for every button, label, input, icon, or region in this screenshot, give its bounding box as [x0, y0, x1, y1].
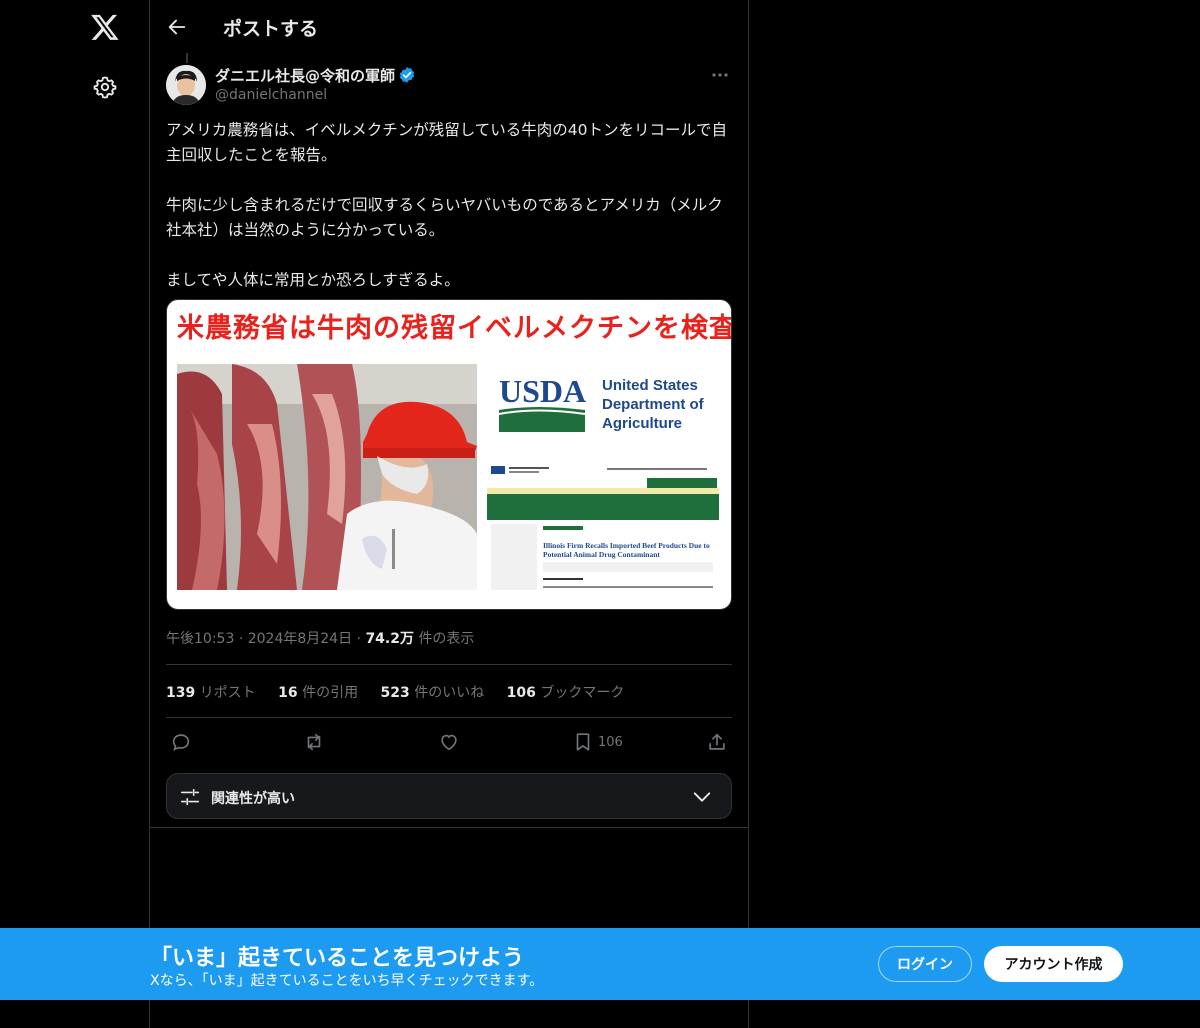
share-button[interactable]: [706, 730, 728, 754]
tweet-paragraph: アメリカ農務省は、イベルメクチンが残留している牛肉の40トンをリコールで自主回収…: [166, 121, 727, 164]
usda-org-line: United States: [602, 377, 698, 394]
like-button[interactable]: [438, 730, 460, 754]
tweet-date[interactable]: 2024年8月24日: [248, 631, 352, 647]
stat-bookmarks[interactable]: 106 ブックマーク: [507, 682, 625, 702]
reply-icon: [172, 734, 190, 751]
bookmark-button[interactable]: 106: [572, 730, 623, 754]
signup-button[interactable]: アカウント作成: [984, 946, 1123, 982]
usda-org-line: Department of: [602, 396, 704, 413]
meat-inspector-photo: [177, 364, 477, 590]
bookmark-count: 106: [598, 734, 623, 750]
stat-quotes[interactable]: 16 件の引用: [278, 682, 358, 702]
sliders-icon: [180, 788, 200, 806]
tweet-time[interactable]: 午後10:53: [166, 631, 234, 647]
author-handle[interactable]: @danielchannel: [215, 87, 327, 103]
reply-sort-dropdown[interactable]: 関連性が高い: [166, 773, 732, 819]
usda-org-name: United States Department of Agriculture: [602, 376, 704, 433]
views-count: 74.2万: [365, 631, 414, 647]
divider: [150, 827, 748, 828]
sort-label: 関連性が高い: [211, 791, 295, 807]
arrow-left-icon[interactable]: [166, 16, 188, 38]
tweet-actions: 106: [166, 730, 732, 754]
usda-logo: USDA: [498, 373, 586, 432]
usda-org-line: Agriculture: [602, 415, 683, 432]
chevron-down-icon: [693, 792, 711, 802]
avatar[interactable]: [166, 65, 206, 105]
verified-badge-icon: [399, 67, 415, 83]
banner-subtitle: Xなら、「いま」起きていることをいち早くチェックできます。: [150, 973, 544, 989]
tweet-meta: 午後10:53 · 2024年8月24日 · 74.2万 件の表示: [166, 628, 474, 648]
more-dots-icon[interactable]: [710, 66, 730, 84]
bookmark-icon: [576, 733, 590, 751]
views-label: 件の表示: [418, 631, 475, 647]
usda-website-screenshot: Illinois Firm Recalls Imported Beef Prod…: [487, 460, 719, 592]
repost-button[interactable]: [303, 730, 325, 754]
meta-separator: ·: [238, 631, 248, 647]
heart-icon: [441, 734, 457, 751]
stat-likes[interactable]: 523 件のいいね: [381, 682, 485, 702]
author-name[interactable]: ダニエル社長@令和の軍師: [215, 65, 395, 86]
main-column: ポストする ダニエル社長@令和の軍師 @danielchannel アメリカ農務…: [149, 0, 749, 1028]
banner-title: 「いま」起きていることを見つけよう: [150, 946, 525, 971]
tweet-media-image[interactable]: 米農務省は牛肉の残留イベルメクチンを検査 USDA United States: [166, 299, 732, 610]
page-title: ポストする: [223, 18, 319, 40]
media-headline: 米農務省は牛肉の残留イベルメクチンを検査: [177, 313, 732, 344]
repost-icon: [307, 733, 321, 751]
engagement-stats: 139 リポスト 16 件の引用 523 件のいいね 106 ブックマーク: [166, 682, 642, 702]
share-icon: [709, 733, 725, 750]
divider: [166, 717, 732, 718]
gear-icon[interactable]: [93, 75, 117, 99]
tweet-text: アメリカ農務省は、イベルメクチンが残留している牛肉の40トンをリコールで自主回収…: [166, 118, 734, 318]
thread-line: [186, 53, 188, 63]
tweet-paragraph: ましてや人体に常用とか恐ろしすぎるよ。: [166, 271, 460, 289]
divider: [166, 664, 732, 665]
page-header: ポストする: [150, 0, 748, 53]
signup-banner: 「いま」起きていることを見つけよう Xなら、「いま」起きていることをいち早くチェ…: [0, 928, 1200, 1000]
x-logo-icon[interactable]: [90, 12, 120, 42]
login-button[interactable]: ログイン: [878, 946, 972, 982]
left-nav: [60, 0, 150, 1028]
tweet-paragraph: 牛肉に少し含まれるだけで回収するくらいヤバいものであるとアメリカ（メルク社本社）…: [166, 196, 723, 239]
stat-reposts[interactable]: 139 リポスト: [166, 682, 256, 702]
reply-button[interactable]: [170, 730, 192, 754]
usda-logo-text: USDA: [499, 373, 586, 409]
